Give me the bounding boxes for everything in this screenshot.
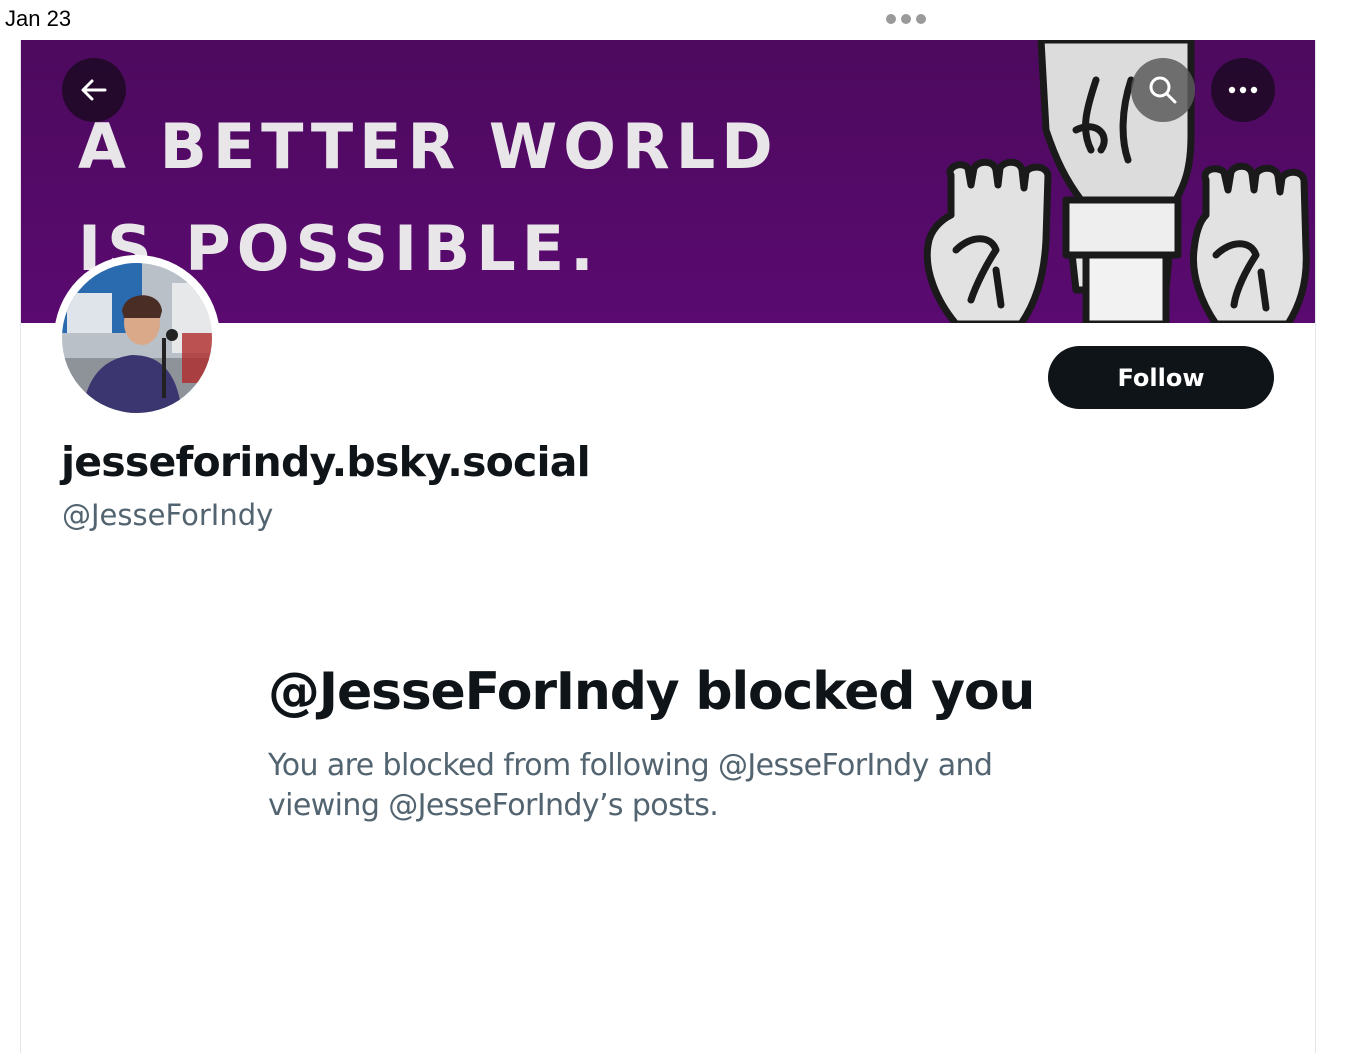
search-button[interactable] xyxy=(1131,58,1195,122)
profile-handle: @JesseForIndy xyxy=(62,498,274,532)
blocked-message-description: You are blocked from following @JesseFor… xyxy=(268,748,993,823)
profile-banner[interactable]: A BETTER WORLD IS POSSIBLE. xyxy=(21,40,1315,323)
profile-display-name: jesseforindy.bsky.social xyxy=(61,438,591,486)
banner-text-line-1: A BETTER WORLD xyxy=(78,110,779,183)
more-horizontal-icon xyxy=(1228,86,1258,94)
profile-avatar[interactable] xyxy=(54,255,220,421)
avatar-photo xyxy=(62,263,212,413)
profile-page: A BETTER WORLD IS POSSIBLE. Follow jesse… xyxy=(20,40,1316,1053)
arrow-left-icon xyxy=(81,79,107,101)
follow-button[interactable]: Follow xyxy=(1048,346,1274,409)
blocked-message-title: @JesseForIndy blocked you xyxy=(268,662,1035,722)
multitasking-handle[interactable] xyxy=(886,14,926,24)
more-options-button[interactable] xyxy=(1211,58,1275,122)
back-button[interactable] xyxy=(62,58,126,122)
status-bar-date: Jan 23 xyxy=(5,6,72,31)
search-icon xyxy=(1149,76,1177,104)
